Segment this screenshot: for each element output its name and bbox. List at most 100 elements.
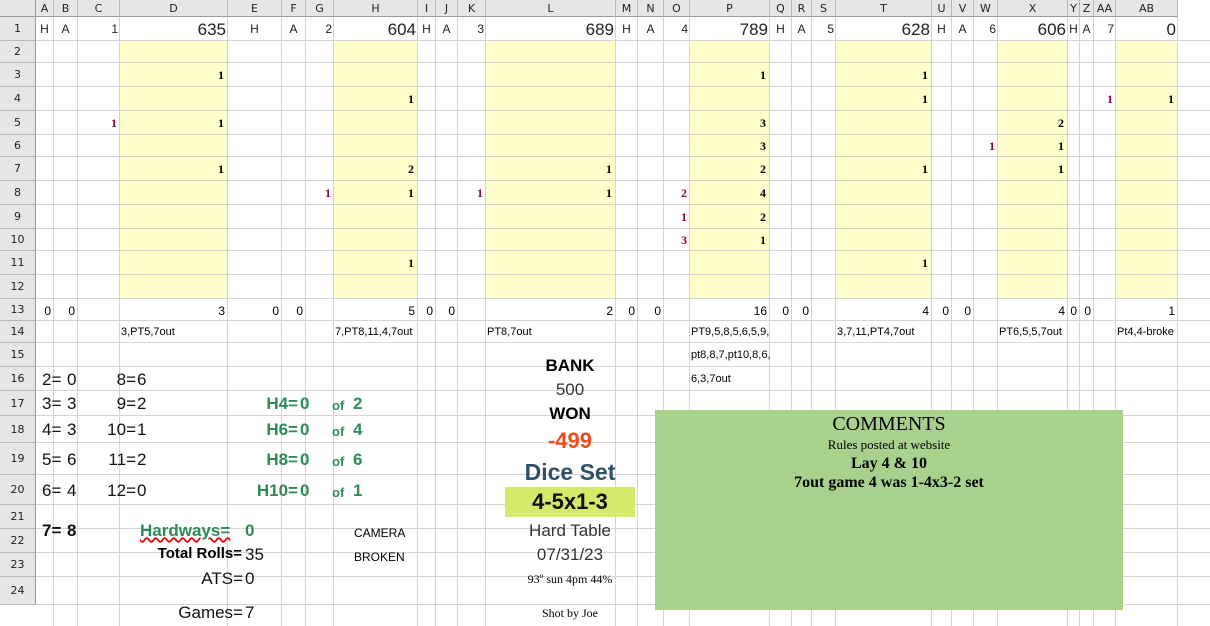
row-header-6[interactable]: 6	[0, 135, 36, 157]
column-header-n[interactable]: N	[638, 0, 664, 17]
row1-cell-u: H	[937, 22, 946, 36]
row-header-2[interactable]: 2	[0, 41, 36, 63]
roll-dist-value: 3	[67, 394, 77, 413]
row-header-12[interactable]: 12	[0, 275, 36, 299]
hardway-stat-label: H10=	[256, 480, 298, 500]
weather-note: 93º sun 4pm 44%	[527, 572, 613, 586]
row-header-17[interactable]: 17	[0, 391, 36, 416]
total-cell-j: 0	[448, 303, 455, 318]
row-header-11[interactable]: 11	[0, 251, 36, 275]
column-header-l[interactable]: L	[486, 0, 616, 17]
game-note-p14: PT9,5,8,5,6,5,9,	[691, 325, 770, 338]
camera-note-line1: CAMERA	[354, 526, 406, 540]
row-header-14[interactable]: 14	[0, 321, 36, 343]
column-header-p[interactable]: P	[690, 0, 770, 17]
roll-count-x7: 1	[1058, 162, 1064, 176]
column-header-o[interactable]: O	[664, 0, 690, 17]
grid-line-vertical	[485, 17, 486, 626]
column-header-g[interactable]: G	[306, 0, 334, 17]
grid-line-vertical	[417, 17, 418, 626]
row-header-8[interactable]: 8	[0, 181, 36, 205]
hardway-stat-total: 2	[353, 394, 363, 413]
row1-cell-x: 606	[1037, 19, 1066, 39]
camera-note-line2: BROKEN	[354, 550, 405, 564]
column-header-f[interactable]: F	[282, 0, 306, 17]
column-header-x[interactable]: X	[998, 0, 1068, 17]
roll-count-l7: 1	[606, 162, 612, 176]
roll-dist-label: 5=	[42, 449, 62, 469]
column-header-b[interactable]: B	[54, 0, 78, 17]
row-header-21[interactable]: 21	[0, 505, 36, 529]
select-all-corner[interactable]	[0, 0, 36, 17]
column-header-r[interactable]: R	[792, 0, 812, 17]
roll-count-h7: 2	[408, 162, 414, 176]
column-header-d[interactable]: D	[120, 0, 228, 17]
game-note-h14: 7,PT8,11,4,7out	[335, 325, 413, 338]
column-header-s[interactable]: S	[812, 0, 836, 17]
comments-title: COMMENTS	[832, 413, 946, 435]
row-header-4[interactable]: 4	[0, 87, 36, 111]
column-header-k[interactable]: K	[458, 0, 486, 17]
row-header-19[interactable]: 19	[0, 443, 36, 475]
row-header-1[interactable]: 1	[0, 17, 36, 41]
column-header-m[interactable]: M	[616, 0, 638, 17]
grid-line-horizontal	[36, 274, 1210, 275]
sevens-label: 7=	[42, 521, 62, 540]
column-header-h[interactable]: H	[334, 0, 418, 17]
roll-dist-value: 3	[67, 420, 77, 439]
row-header-10[interactable]: 10	[0, 229, 36, 251]
row-header-15[interactable]: 15	[0, 343, 36, 367]
total-cell-x: 4	[1058, 303, 1065, 318]
game-note-d14: 3,PT5,7out	[121, 325, 175, 338]
comments-line-3: 7out game 4 was 1-4x3-2 set	[794, 474, 984, 491]
column-header-q[interactable]: Q	[770, 0, 792, 17]
roll-count-h8: 1	[408, 186, 414, 200]
column-header-j[interactable]: J	[436, 0, 458, 17]
row-header-3[interactable]: 3	[0, 63, 36, 87]
roll-dist-label: 2=	[42, 369, 62, 389]
column-header-t[interactable]: T	[836, 0, 932, 17]
column-header-z[interactable]: Z	[1080, 0, 1094, 17]
column-header-y[interactable]: Y	[1068, 0, 1080, 17]
column-header-a[interactable]: A	[36, 0, 54, 17]
column-header-ab[interactable]: AB	[1116, 0, 1178, 17]
row-header-7[interactable]: 7	[0, 157, 36, 181]
roll-count-t11: 1	[922, 256, 928, 270]
roll-dist-label: 12=	[107, 480, 136, 500]
row-header-18[interactable]: 18	[0, 416, 36, 443]
total-rolls-label: Total Rolls=	[157, 545, 242, 562]
total-cell-p: 16	[753, 303, 767, 318]
column-header-e[interactable]: E	[228, 0, 282, 17]
grid-line-horizontal	[36, 156, 1210, 157]
game-note-l14: PT8,7out	[487, 325, 532, 338]
row-header-5[interactable]: 5	[0, 111, 36, 135]
row-header-13[interactable]: 13	[0, 299, 36, 321]
roll-dist-label: 11=	[108, 449, 136, 469]
row-header-9[interactable]: 9	[0, 205, 36, 229]
row-header-16[interactable]: 16	[0, 367, 36, 391]
roll-dist-label: 8=	[116, 369, 136, 389]
hardway-stat-value: 0	[300, 420, 310, 439]
grid-line-vertical	[333, 17, 334, 626]
hardway-stat-value: 0	[300, 480, 310, 500]
spreadsheet[interactable]: A B C D E F G H I J K L M N O P Q R S T U V W X Y Z AA AB 123456789…	[0, 0, 1210, 626]
comments-box[interactable]: COMMENTS Rules posted at website Lay 4 &…	[655, 410, 1123, 610]
row-header-24[interactable]: 24	[0, 577, 36, 605]
row-header-22[interactable]: 22	[0, 529, 36, 553]
grid-line-horizontal	[36, 250, 1210, 251]
column-header-c[interactable]: C	[78, 0, 120, 17]
column-header-v[interactable]: V	[952, 0, 974, 17]
shooter-note: Shot by Joe	[541, 606, 598, 620]
hardway-stat-value: 0	[300, 449, 310, 469]
row1-cell-j: A	[442, 22, 451, 36]
column-header-u[interactable]: U	[932, 0, 952, 17]
column-header-w[interactable]: W	[974, 0, 998, 17]
row-header-20[interactable]: 20	[0, 475, 36, 505]
total-cell-e: 0	[272, 303, 279, 318]
row-header-23[interactable]: 23	[0, 553, 36, 577]
score-column-fill	[1116, 41, 1178, 299]
column-header-aa[interactable]: AA	[1094, 0, 1116, 17]
grid-line-vertical	[305, 17, 306, 626]
column-header-i[interactable]: I	[418, 0, 436, 17]
grid-line-vertical	[1177, 17, 1178, 626]
